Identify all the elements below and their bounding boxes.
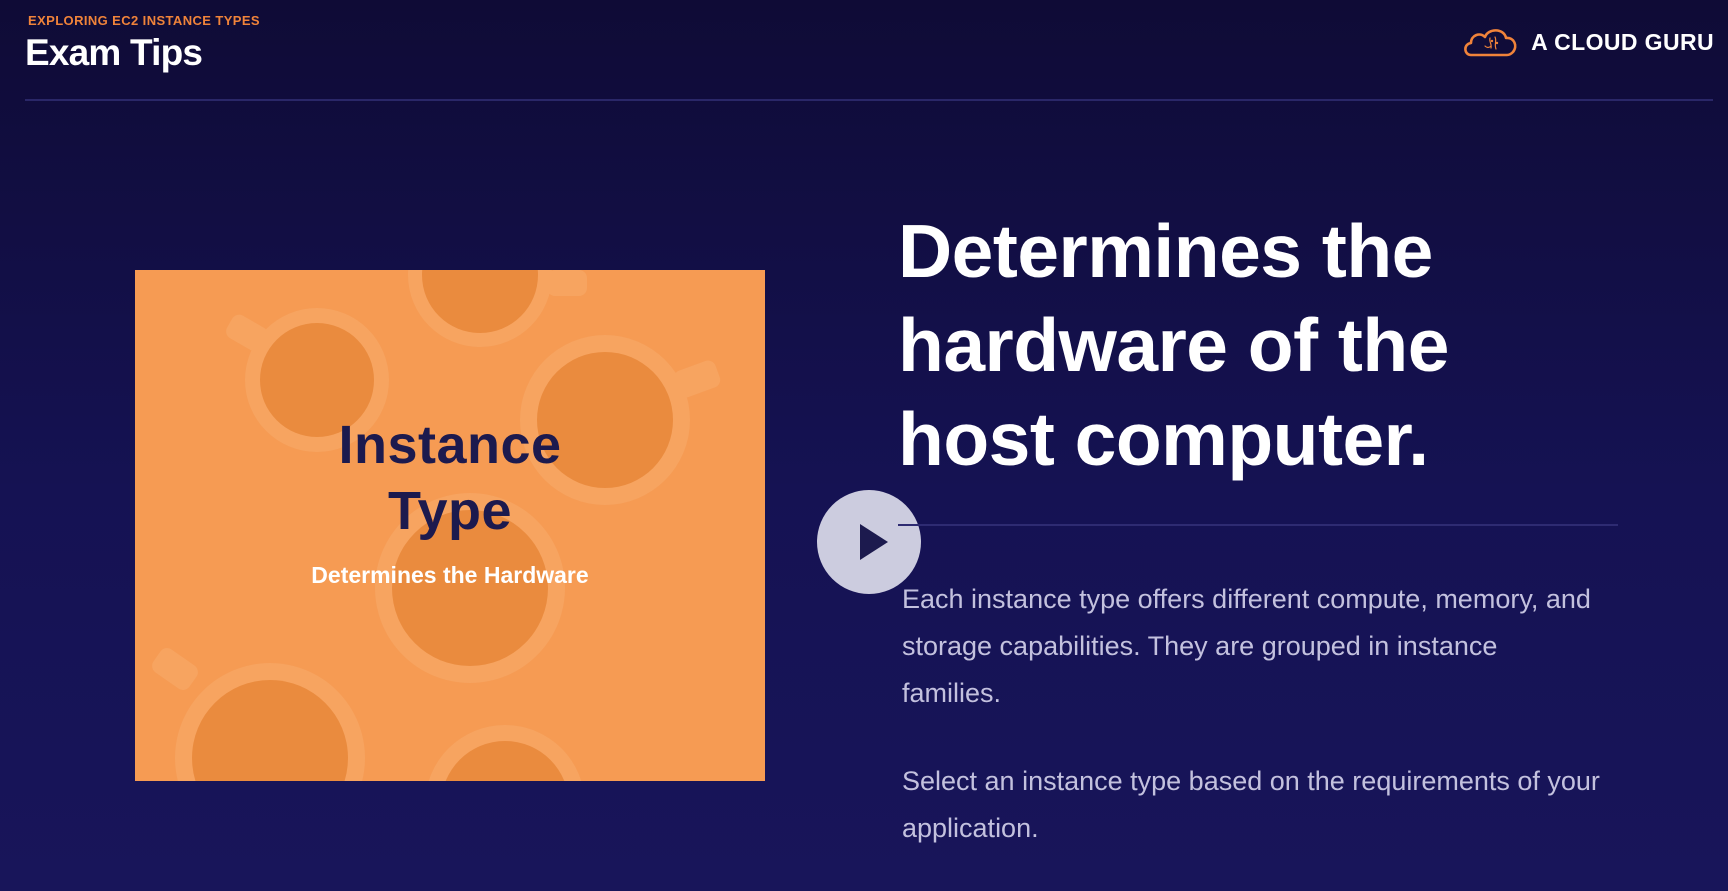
page-title: Exam Tips <box>25 32 203 73</box>
play-icon <box>860 524 888 560</box>
brand-name: A CLOUD GURU <box>1531 28 1714 55</box>
section-eyebrow: EXPLORING EC2 INSTANCE TYPES <box>28 13 260 28</box>
body-paragraph: Select an instance type based on the req… <box>902 766 1600 843</box>
cloud-guru-logo-icon <box>1464 29 1517 57</box>
header-divider <box>25 99 1713 101</box>
brand: A CLOUD GURU <box>1461 24 1714 60</box>
thumbnail-title: Instance Type <box>338 415 562 541</box>
content-divider <box>898 524 1618 526</box>
headline: Determines the hardware of the host comp… <box>898 209 1449 481</box>
thumbnail-subtitle: Determines the Hardware <box>311 562 589 588</box>
header: EXPLORING EC2 INSTANCE TYPES Exam Tips A… <box>0 0 1728 101</box>
body-paragraph: Each instance type offers different comp… <box>902 584 1591 708</box>
video-thumbnail[interactable]: Instance Type Determines the Hardware <box>135 270 765 781</box>
